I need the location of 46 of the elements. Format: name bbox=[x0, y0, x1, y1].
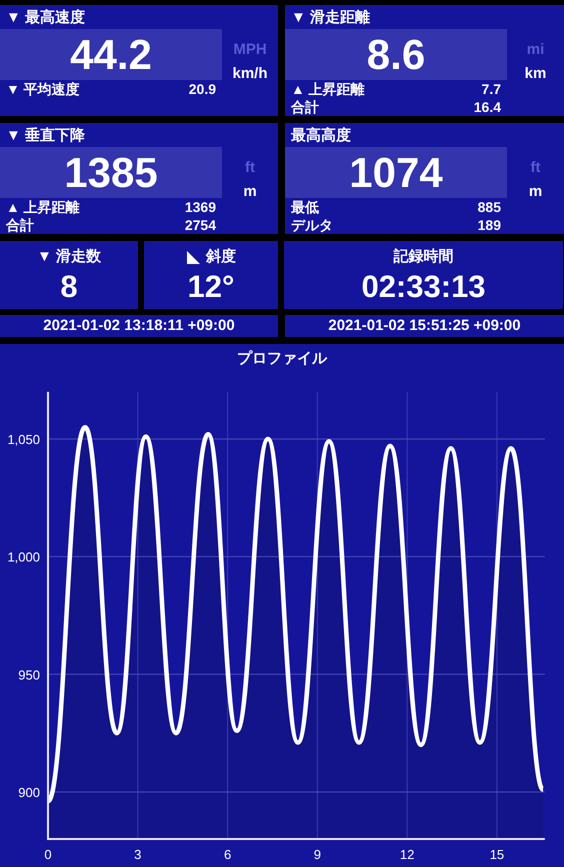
stat-value: 8 bbox=[60, 269, 78, 305]
row-value: 16.4 bbox=[474, 98, 501, 116]
row-value: 20.9 bbox=[188, 80, 216, 98]
chart-title: プロファイル bbox=[236, 349, 328, 369]
unit-toggle[interactable]: m bbox=[528, 181, 542, 203]
stat-title: ▼ 滑走数 bbox=[36, 246, 101, 267]
y-tick-label: 900 bbox=[18, 784, 40, 800]
y-tick-label: 1,000 bbox=[7, 550, 40, 565]
unit-toggle[interactable]: km bbox=[524, 63, 546, 85]
value-display: 8.6 bbox=[285, 29, 507, 80]
row-label: 合計 bbox=[6, 216, 34, 234]
y-tick-label: 950 bbox=[18, 667, 40, 682]
row-label: ▼ 平均速度 bbox=[6, 80, 80, 98]
panel-title: ▼ 垂直下降 bbox=[5, 126, 86, 146]
row-value: 2754 bbox=[184, 216, 216, 234]
row-value: 1369 bbox=[184, 198, 216, 216]
panel-title: ▼ 最高速度 bbox=[5, 8, 86, 28]
row-label: ▲ 上昇距離 bbox=[291, 80, 365, 98]
value-display: 44.2 bbox=[0, 29, 222, 80]
value-display: 1385 bbox=[0, 147, 222, 198]
x-tick-label: 15 bbox=[490, 847, 504, 862]
x-tick-label: 9 bbox=[314, 847, 321, 862]
stat-title: 記録時間 bbox=[394, 246, 454, 267]
unit-toggle[interactable]: m bbox=[243, 181, 257, 203]
x-tick-label: 12 bbox=[400, 847, 414, 862]
row-label: 合計 bbox=[291, 98, 319, 116]
row-label: デルタ bbox=[291, 216, 333, 234]
panel-title: 最高高度 bbox=[290, 126, 352, 146]
value-display: 1074 bbox=[285, 147, 507, 198]
row-value: 189 bbox=[478, 216, 501, 234]
unit-toggle[interactable]: km/h bbox=[232, 63, 268, 85]
x-tick-label: 6 bbox=[224, 847, 232, 862]
timestamp: 2021-01-02 15:51:25 +09:00 bbox=[285, 315, 564, 337]
stat-value: 02:33:13 bbox=[361, 269, 486, 305]
x-tick-label: 3 bbox=[134, 847, 142, 862]
row-label: ▲ 上昇距離 bbox=[6, 198, 80, 216]
timestamp: 2021-01-02 13:18:11 +09:00 bbox=[0, 315, 278, 337]
panel-title: ▼ 滑走距離 bbox=[290, 8, 372, 28]
stat-value: 12° bbox=[188, 269, 234, 305]
row-value: 885 bbox=[478, 198, 501, 216]
y-tick-label: 1,050 bbox=[7, 432, 40, 447]
row-value: 7.7 bbox=[482, 80, 501, 98]
stat-title: 斜度 bbox=[206, 246, 236, 267]
slope-icon bbox=[186, 250, 201, 264]
row-label: 最低 bbox=[291, 198, 319, 216]
x-tick-label: 0 bbox=[44, 847, 52, 862]
